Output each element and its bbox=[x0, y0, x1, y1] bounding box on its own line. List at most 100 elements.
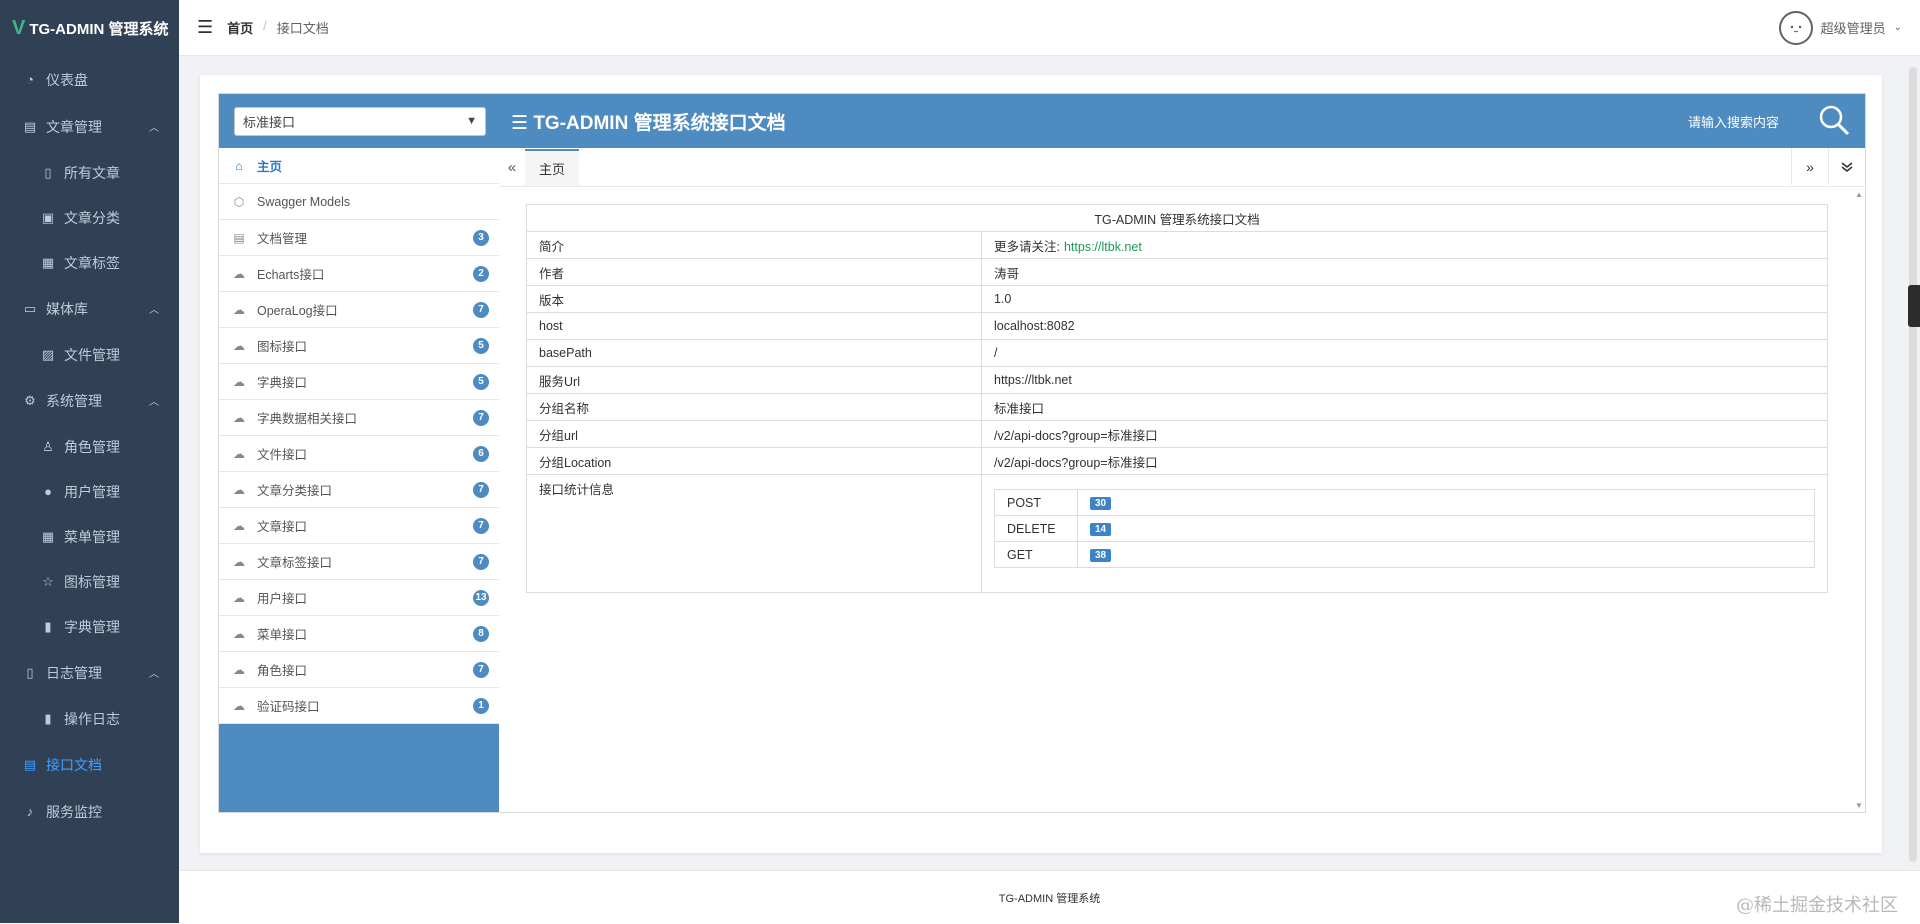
doc-menu-item[interactable]: ☁ 角色接口 7 bbox=[219, 652, 499, 688]
count-badge: 2 bbox=[473, 265, 489, 282]
grid-icon: ▦ bbox=[41, 254, 55, 270]
doc-menu-item[interactable]: ☁ 字典接口 5 bbox=[219, 364, 499, 400]
doc-menu-label: Echarts接口 bbox=[257, 268, 325, 282]
info-key: 服务Url bbox=[526, 366, 982, 394]
sidebar-item[interactable]: ▭ 媒体库 ︿ bbox=[0, 285, 179, 332]
info-row: 作者 涛哥 bbox=[526, 258, 1828, 286]
stat-count-badge: 14 bbox=[1090, 523, 1112, 536]
doc-menu-item[interactable]: ☁ 文章接口 7 bbox=[219, 508, 499, 544]
doc-menu-label: 字典数据相关接口 bbox=[257, 412, 358, 426]
info-key: basePath bbox=[526, 339, 982, 367]
sidebar-item[interactable]: ◔ 仪表盘 bbox=[0, 56, 179, 103]
doc-menu-item[interactable]: ☁ 图标接口 5 bbox=[219, 328, 499, 364]
chevron-up-icon: ︿ bbox=[149, 397, 159, 408]
sidebar-item-label: 文章分类 bbox=[64, 209, 120, 226]
sidebar-item[interactable]: ▤ 文章管理 ︿ bbox=[0, 103, 179, 150]
doc-menu-item[interactable]: ▤ 文档管理 3 bbox=[219, 220, 499, 256]
cloud-icon: ☁ bbox=[233, 338, 245, 353]
doc-menu-label: 验证码接口 bbox=[257, 700, 320, 714]
app-logo[interactable]: V TG-ADMIN 管理系统 bbox=[0, 0, 179, 56]
sidebar-item-label: 接口文档 bbox=[46, 756, 102, 773]
info-panel: TG-ADMIN 管理系统接口文档 简介 更多请关注: https://ltbk.n… bbox=[526, 204, 1828, 593]
star-icon: ☆ bbox=[42, 573, 54, 589]
count-badge: 7 bbox=[473, 553, 489, 570]
sidebar-item[interactable]: ▮ 字典管理 bbox=[0, 604, 179, 649]
side-handle[interactable] bbox=[1908, 285, 1920, 327]
sidebar-item-label: 字典管理 bbox=[64, 618, 120, 635]
count-badge: 3 bbox=[473, 229, 489, 246]
doc-title: ☰ TG-ADMIN 管理系统接口文档 bbox=[511, 108, 786, 135]
sidebar-item[interactable]: ▤ 接口文档 bbox=[0, 741, 179, 788]
bar-chart-icon: ▮ bbox=[44, 710, 52, 726]
cloud-icon: ☁ bbox=[233, 410, 245, 425]
sidebar-item[interactable]: ⚙ 系统管理 ︿ bbox=[0, 377, 179, 424]
tab-next-button[interactable]: » bbox=[1791, 148, 1828, 185]
sidebar-item[interactable]: ▮ 操作日志 bbox=[0, 696, 179, 741]
sidebar-item[interactable]: ▯ 日志管理 ︿ bbox=[0, 649, 179, 696]
stat-count-badge: 38 bbox=[1090, 549, 1112, 562]
sidebar-item-label: 系统管理 bbox=[46, 392, 102, 409]
doc-menu-item[interactable]: ☁ 字典数据相关接口 7 bbox=[219, 400, 499, 436]
doc-menu-item[interactable]: ☁ 文章标签接口 7 bbox=[219, 544, 499, 580]
doc-menu-item[interactable]: ☁ 文件接口 6 bbox=[219, 436, 499, 472]
content-scrollbar[interactable]: ▲ ▼ bbox=[1854, 188, 1864, 812]
info-value-cell: 标准接口 bbox=[981, 393, 1828, 421]
count-badge: 5 bbox=[473, 373, 489, 390]
sidebar-item[interactable]: ● 用户管理 bbox=[0, 469, 179, 514]
cloud-icon: ☁ bbox=[233, 590, 245, 605]
sidebar-item[interactable]: ☆ 图标管理 bbox=[0, 559, 179, 604]
tab-home[interactable]: 主页 bbox=[525, 148, 580, 186]
doc-menu-label: 角色接口 bbox=[257, 664, 308, 678]
sidebar-item[interactable]: ▯ 所有文章 bbox=[0, 150, 179, 195]
cloud-icon: ☁ bbox=[233, 482, 245, 497]
sidebar-item[interactable]: ▦ 菜单管理 bbox=[0, 514, 179, 559]
sidebar-item[interactable]: ▦ 文章标签 bbox=[0, 240, 179, 285]
stat-count-badge: 30 bbox=[1090, 497, 1112, 510]
sidebar-item[interactable]: ♪ 服务监控 bbox=[0, 788, 179, 835]
window-scrollbar[interactable] bbox=[1908, 67, 1918, 867]
sidebar-item-label: 用户管理 bbox=[64, 483, 120, 500]
user-dropdown[interactable]: 超级管理员 ⌄ bbox=[1778, 10, 1902, 45]
cloud-icon: ☁ bbox=[233, 698, 245, 713]
group-select[interactable]: 标准接口 ▼ bbox=[234, 106, 486, 136]
stat-row: GET 38 bbox=[994, 541, 1815, 568]
top-navbar: ☰ 首页 / 接口文档 超级管理员 ⌄ bbox=[179, 0, 1920, 56]
sidebar-item[interactable]: ▣ 文章分类 bbox=[0, 195, 179, 240]
count-badge: 5 bbox=[473, 337, 489, 354]
double-chevron-down-icon[interactable] bbox=[1828, 148, 1865, 185]
doc-menu-item[interactable]: ☁ 文章分类接口 7 bbox=[219, 472, 499, 508]
doc-menu-item[interactable]: ⬡ Swagger Models bbox=[219, 184, 499, 220]
info-key: 作者 bbox=[526, 258, 982, 286]
info-key: 简介 bbox=[526, 231, 982, 259]
info-link[interactable]: https://ltbk.net bbox=[1064, 240, 1142, 254]
doc-menu-item[interactable]: ☁ 验证码接口 1 bbox=[219, 688, 499, 724]
info-key: host bbox=[526, 312, 982, 340]
stats-row: 接口统计信息 POST 30 DELETE 14 GET 38 bbox=[526, 474, 1828, 593]
breadcrumb-home[interactable]: 首页 bbox=[227, 18, 253, 37]
scrollbar-thumb[interactable] bbox=[1909, 67, 1917, 862]
sidebar-item[interactable]: ♙ 角色管理 bbox=[0, 424, 179, 469]
search-input[interactable]: 请输入搜索内容 bbox=[1688, 112, 1779, 131]
hamburger-icon[interactable]: ☰ bbox=[197, 17, 213, 38]
sidebar-item-label: 文章标签 bbox=[64, 254, 120, 271]
chevron-up-icon: ︿ bbox=[149, 123, 159, 134]
cloud-icon: ☁ bbox=[233, 626, 245, 641]
doc-menu-item[interactable]: ☁ 用户接口 13 bbox=[219, 580, 499, 616]
avatar[interactable] bbox=[1778, 10, 1813, 45]
footer: TG-ADMIN 管理系统 bbox=[179, 870, 1920, 924]
info-value-cell: / bbox=[981, 339, 1828, 367]
info-key: 分组名称 bbox=[526, 393, 982, 421]
doc-menu-item[interactable]: ⌂ 主页 bbox=[219, 148, 499, 184]
chevron-up-icon: ︿ bbox=[149, 305, 159, 316]
tab-prev-button[interactable]: « bbox=[499, 159, 525, 176]
search-icon[interactable] bbox=[1817, 103, 1851, 140]
sidebar-item-label: 所有文章 bbox=[64, 164, 120, 181]
scroll-down-icon[interactable]: ▼ bbox=[1855, 801, 1863, 810]
scroll-up-icon[interactable]: ▲ bbox=[1855, 190, 1863, 199]
info-value-cell: /v2/api-docs?group=标准接口 bbox=[981, 420, 1828, 448]
doc-menu-item[interactable]: ☁ OperaLog接口 7 bbox=[219, 292, 499, 328]
sidebar-item[interactable]: ▨ 文件管理 bbox=[0, 332, 179, 377]
doc-menu-item[interactable]: ☁ Echarts接口 2 bbox=[219, 256, 499, 292]
doc-menu-item[interactable]: ☁ 菜单接口 8 bbox=[219, 616, 499, 652]
info-value-cell: 涛哥 bbox=[981, 258, 1828, 286]
